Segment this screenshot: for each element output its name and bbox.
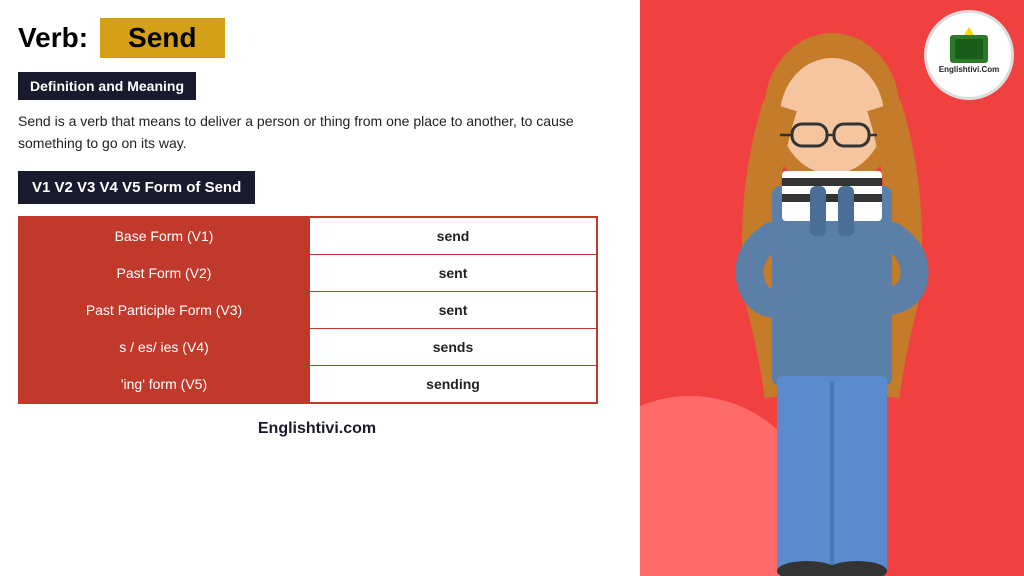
verb-label: Verb: [18,22,88,54]
form-label: Past Participle Form (V3) [19,291,309,328]
forms-heading: V1 V2 V3 V4 V5 Form of Send [18,171,255,204]
footer-brand: Englishtivi.com [18,420,616,438]
verb-title: Verb: Send [18,18,616,58]
form-label: 'ing' form (V5) [19,365,309,403]
main-layout: Verb: Send Definition and Meaning Send i… [0,0,1024,576]
form-value: sent [309,254,597,291]
table-row: Base Form (V1)send [19,217,597,255]
definition-text: Send is a verb that means to deliver a p… [18,110,616,155]
definition-heading: Definition and Meaning [18,72,196,100]
form-label: s / es/ ies (V4) [19,328,309,365]
right-panel: Englishtivi.Com [640,0,1024,576]
table-row: s / es/ ies (V4)sends [19,328,597,365]
form-label: Base Form (V1) [19,217,309,255]
form-value: sending [309,365,597,403]
content-area: Verb: Send Definition and Meaning Send i… [0,0,640,576]
form-value: sends [309,328,597,365]
logo-text: Englishtivi.Com [939,65,999,75]
logo-tv-icon [950,35,988,63]
verb-word-box: Send [100,18,224,58]
verb-forms-table: Base Form (V1)sendPast Form (V2)sentPast… [18,216,598,404]
logo-tv-screen [955,39,983,59]
logo-badge: Englishtivi.Com [924,10,1014,100]
table-row: 'ing' form (V5)sending [19,365,597,403]
form-label: Past Form (V2) [19,254,309,291]
form-value: send [309,217,597,255]
table-row: Past Participle Form (V3)sent [19,291,597,328]
table-row: Past Form (V2)sent [19,254,597,291]
form-value: sent [309,291,597,328]
